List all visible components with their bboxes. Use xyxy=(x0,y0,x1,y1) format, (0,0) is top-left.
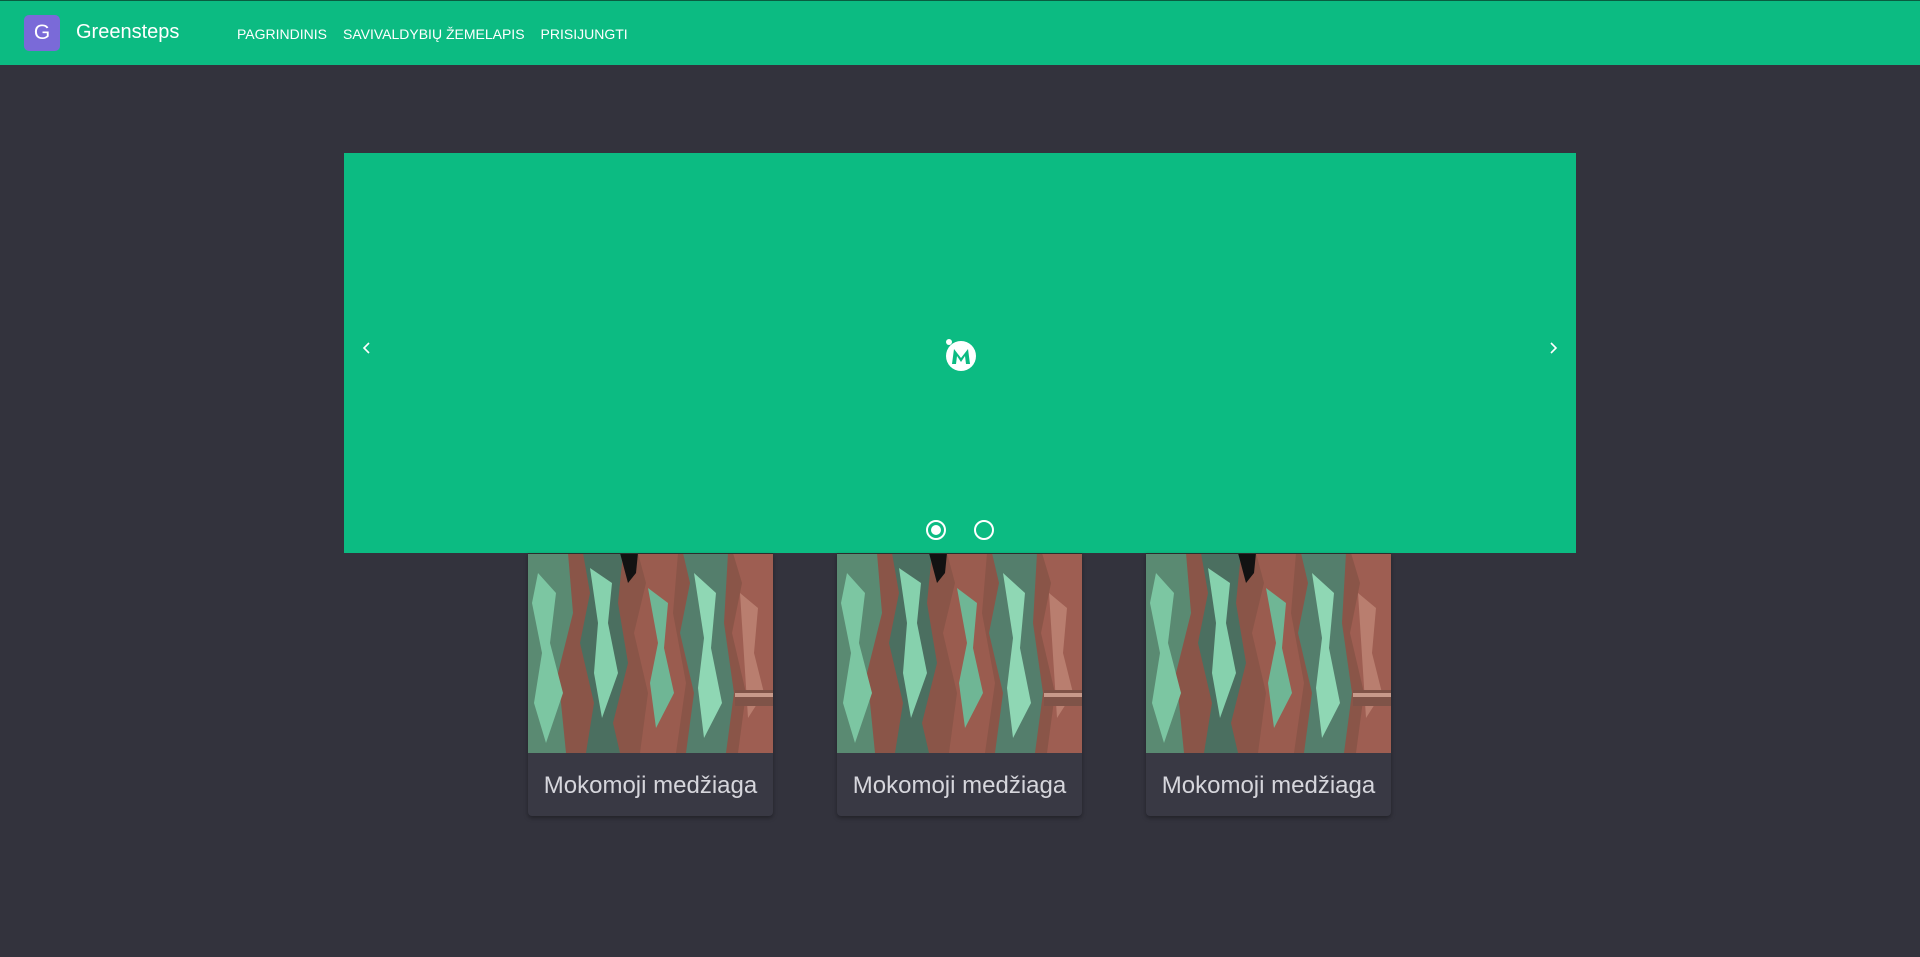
carousel-next-button[interactable] xyxy=(1538,333,1568,363)
peeling-paint-wood-image xyxy=(528,553,773,753)
top-navbar: G Greensteps PAGRINDINIS SAVIVALDYBIŲ ŽE… xyxy=(0,0,1920,65)
card-title: Mokomoji medžiaga xyxy=(852,772,1067,799)
peeling-paint-wood-image xyxy=(1146,553,1391,753)
material-card[interactable]: Mokomoji medžiaga xyxy=(1146,553,1391,816)
brand-logo[interactable]: G xyxy=(24,15,60,51)
brand-name[interactable]: Greensteps xyxy=(76,20,179,44)
broken-image-icon xyxy=(946,339,976,371)
brand-initial: G xyxy=(33,21,51,44)
card-title: Mokomoji medžiaga xyxy=(1161,772,1376,799)
carousel-indicator-1[interactable] xyxy=(926,520,946,540)
peeling-paint-wood-image xyxy=(837,553,1082,753)
nav-link-municipality-map[interactable]: SAVIVALDYBIŲ ŽEMELAPIS xyxy=(343,25,525,43)
carousel-indicator-2[interactable] xyxy=(974,520,994,540)
material-card[interactable]: Mokomoji medžiaga xyxy=(528,553,773,816)
material-cards: Mokomoji medžiaga Mokomoji medžiaga Moko… xyxy=(528,553,1391,816)
nav-link-home[interactable]: PAGRINDINIS xyxy=(237,25,327,43)
main-nav: PAGRINDINIS SAVIVALDYBIŲ ŽEMELAPIS PRISI… xyxy=(237,25,628,43)
nav-link-login[interactable]: PRISIJUNGTI xyxy=(541,25,628,43)
carousel-indicators xyxy=(344,520,1576,540)
material-card[interactable]: Mokomoji medžiaga xyxy=(837,553,1082,816)
card-title: Mokomoji medžiaga xyxy=(543,772,758,799)
chevron-left-icon xyxy=(362,342,370,354)
chevron-right-icon xyxy=(1550,342,1558,354)
hero-carousel xyxy=(344,153,1576,553)
carousel-prev-button[interactable] xyxy=(352,333,382,363)
